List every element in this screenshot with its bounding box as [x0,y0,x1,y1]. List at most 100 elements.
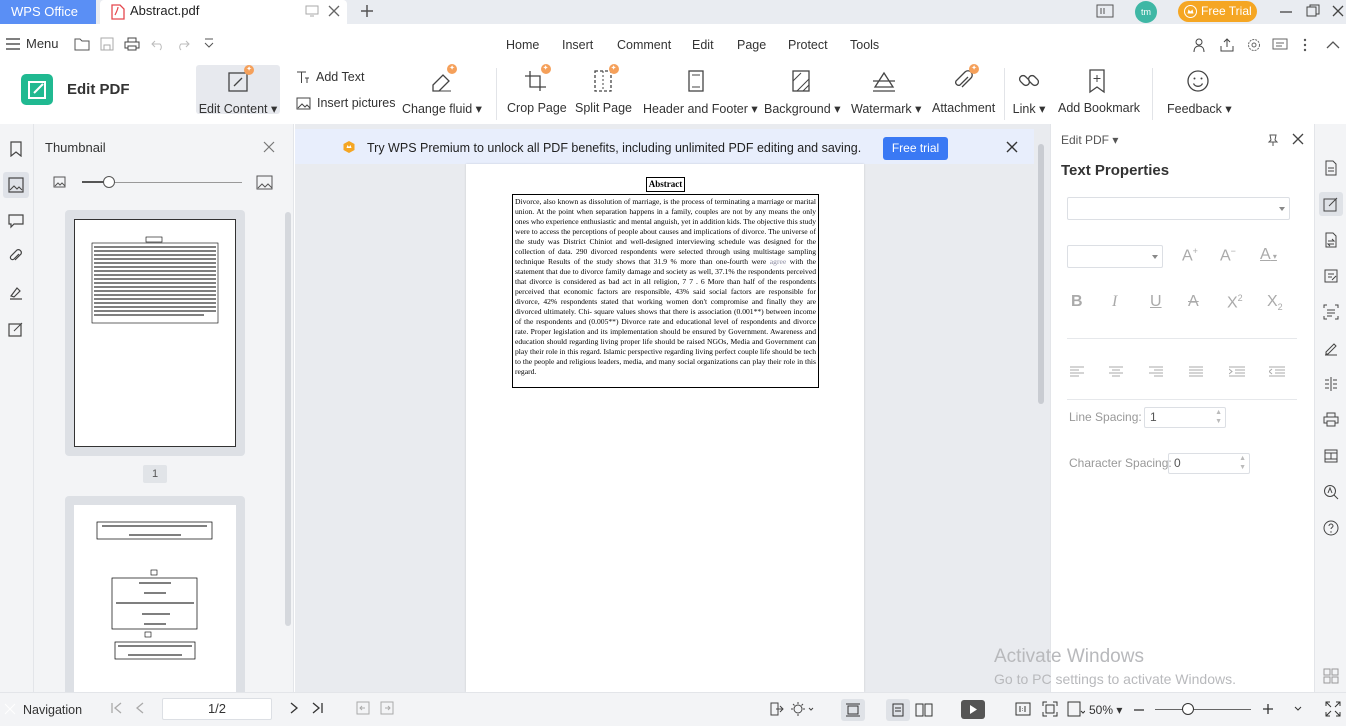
small-image-icon[interactable] [53,176,66,188]
page-number-input[interactable]: 1/2 [162,698,272,720]
chat-icon[interactable] [1272,37,1288,53]
more-vertical-icon[interactable] [1300,37,1310,53]
zoom-slider[interactable] [1182,703,1194,715]
previous-page-icon[interactable] [133,701,147,715]
pin-icon[interactable] [1266,133,1280,147]
abstract-heading[interactable]: Abstract [646,177,685,192]
line-spacing-input[interactable]: 1 ▲ ▼ [1144,407,1226,428]
help-icon[interactable] [1319,516,1343,540]
tab-comment[interactable]: Comment [617,38,671,52]
insert-pictures-button[interactable]: Insert pictures [296,96,396,110]
tab-edit[interactable]: Edit [692,38,714,52]
share-user-icon[interactable] [1192,37,1208,53]
print-icon[interactable] [124,37,140,51]
navigation-button[interactable]: Navigation [23,703,82,717]
zoom-level[interactable]: 50% ▾ [1089,703,1122,717]
next-view-icon[interactable] [380,701,394,715]
font-family-select[interactable] [1067,197,1290,220]
share-icon[interactable] [1219,37,1235,53]
pen-edit-icon[interactable] [3,316,29,342]
strikethrough-icon[interactable]: A [1188,293,1199,311]
undo-icon[interactable] [151,37,165,51]
collapse-ribbon-icon[interactable] [1325,37,1341,53]
actual-size-icon[interactable] [1015,701,1031,717]
next-page-icon[interactable] [287,701,301,715]
close-window-icon[interactable] [1330,3,1346,19]
open-folder-icon[interactable] [74,37,90,51]
save-icon[interactable] [100,37,114,51]
edit-pdf-side-icon[interactable] [1319,192,1343,216]
decrease-font-icon[interactable]: A− [1220,246,1236,265]
subscript-icon[interactable]: X2 [1267,293,1283,312]
close-panel-icon[interactable] [1292,133,1304,145]
last-page-icon[interactable] [310,701,324,715]
abstract-text-box[interactable]: Divorce, also known as dissolution of ma… [512,194,819,388]
spin-down-icon[interactable]: ▼ [1239,464,1246,472]
ocr-icon[interactable] [1319,300,1343,324]
window-layout-icon[interactable] [1096,3,1114,19]
sign-pen-icon[interactable] [1319,336,1343,360]
convert-icon[interactable] [1319,228,1343,252]
align-left-icon[interactable] [1070,366,1084,378]
close-banner-icon[interactable] [1006,141,1018,153]
feedback-button[interactable]: Feedback ▾ [1167,67,1232,116]
header-footer-button[interactable]: Header and Footer ▾ [643,67,758,116]
font-color-icon[interactable]: A ▾ [1260,246,1277,264]
previous-view-icon[interactable] [356,701,370,715]
attachment-side-icon[interactable] [3,244,29,270]
zoom-in-icon[interactable] [1262,703,1274,715]
settings-icon[interactable] [1246,37,1262,53]
large-image-icon[interactable] [256,175,273,190]
export-icon[interactable] [768,701,784,717]
signature-icon[interactable] [3,280,29,306]
two-page-icon[interactable] [915,703,933,717]
first-page-icon[interactable] [110,701,124,715]
free-trial-button[interactable]: Free Trial [1178,1,1257,22]
menu-button[interactable]: Menu [6,36,59,51]
fullscreen-icon[interactable] [1325,701,1341,717]
edit-pdf-dropdown[interactable]: Edit PDF ▾ [1061,133,1118,147]
attachment-button[interactable]: ✦ Attachment [932,64,995,115]
search-translate-icon[interactable] [1319,480,1343,504]
page-thumbnail-2[interactable] [65,496,245,705]
book-icon[interactable] [1319,444,1343,468]
background-button[interactable]: Background ▾ [764,67,840,116]
redo-icon[interactable] [176,37,190,51]
eye-protection-icon[interactable] [790,701,814,717]
minimize-icon[interactable] [1278,3,1294,19]
indent-decrease-icon[interactable] [1269,366,1285,378]
edit-content-button[interactable]: ✦ Edit Content ▾ [196,65,280,116]
bold-icon[interactable]: B [1071,293,1083,311]
tab-tools[interactable]: Tools [850,38,879,52]
spin-up-icon[interactable]: ▲ [1239,455,1246,463]
print-side-icon[interactable] [1319,408,1343,432]
add-text-button[interactable]: Add Text [296,70,364,84]
tab-insert[interactable]: Insert [562,38,593,52]
split-page-button[interactable]: ✦ Split Page [575,64,632,115]
pdf-to-word-icon[interactable] [1319,156,1343,180]
justify-icon[interactable] [1189,366,1203,378]
spin-down-icon[interactable]: ▼ [1215,418,1222,426]
fit-width-icon[interactable] [1067,701,1085,717]
align-center-icon[interactable] [1109,366,1123,378]
link-button[interactable]: Link ▾ [1012,67,1046,116]
zoom-dropdown-icon[interactable] [1293,701,1303,715]
restore-icon[interactable] [1305,3,1321,19]
add-bookmark-button[interactable]: Add Bookmark [1058,67,1140,115]
thumbnail-zoom-slider[interactable] [103,176,115,188]
increase-font-icon[interactable]: A+ [1182,246,1198,265]
tab-page[interactable]: Page [737,38,766,52]
close-icon[interactable] [263,141,275,153]
italic-icon[interactable]: I [1112,293,1117,311]
tab-home[interactable]: Home [506,38,539,52]
underline-icon[interactable]: U [1150,293,1162,311]
free-trial-banner-button[interactable]: Free trial [883,137,948,160]
bookmark-icon[interactable] [3,136,29,162]
crop-page-button[interactable]: ✦ Crop Page [507,64,567,115]
page-thumbnail-1[interactable] [65,210,245,456]
document-scrollbar[interactable] [1038,144,1044,404]
fit-page-icon[interactable] [1042,701,1058,717]
align-right-icon[interactable] [1149,366,1163,378]
comment-icon[interactable] [3,208,29,234]
character-spacing-input[interactable]: 0 ▲ ▼ [1168,453,1250,474]
